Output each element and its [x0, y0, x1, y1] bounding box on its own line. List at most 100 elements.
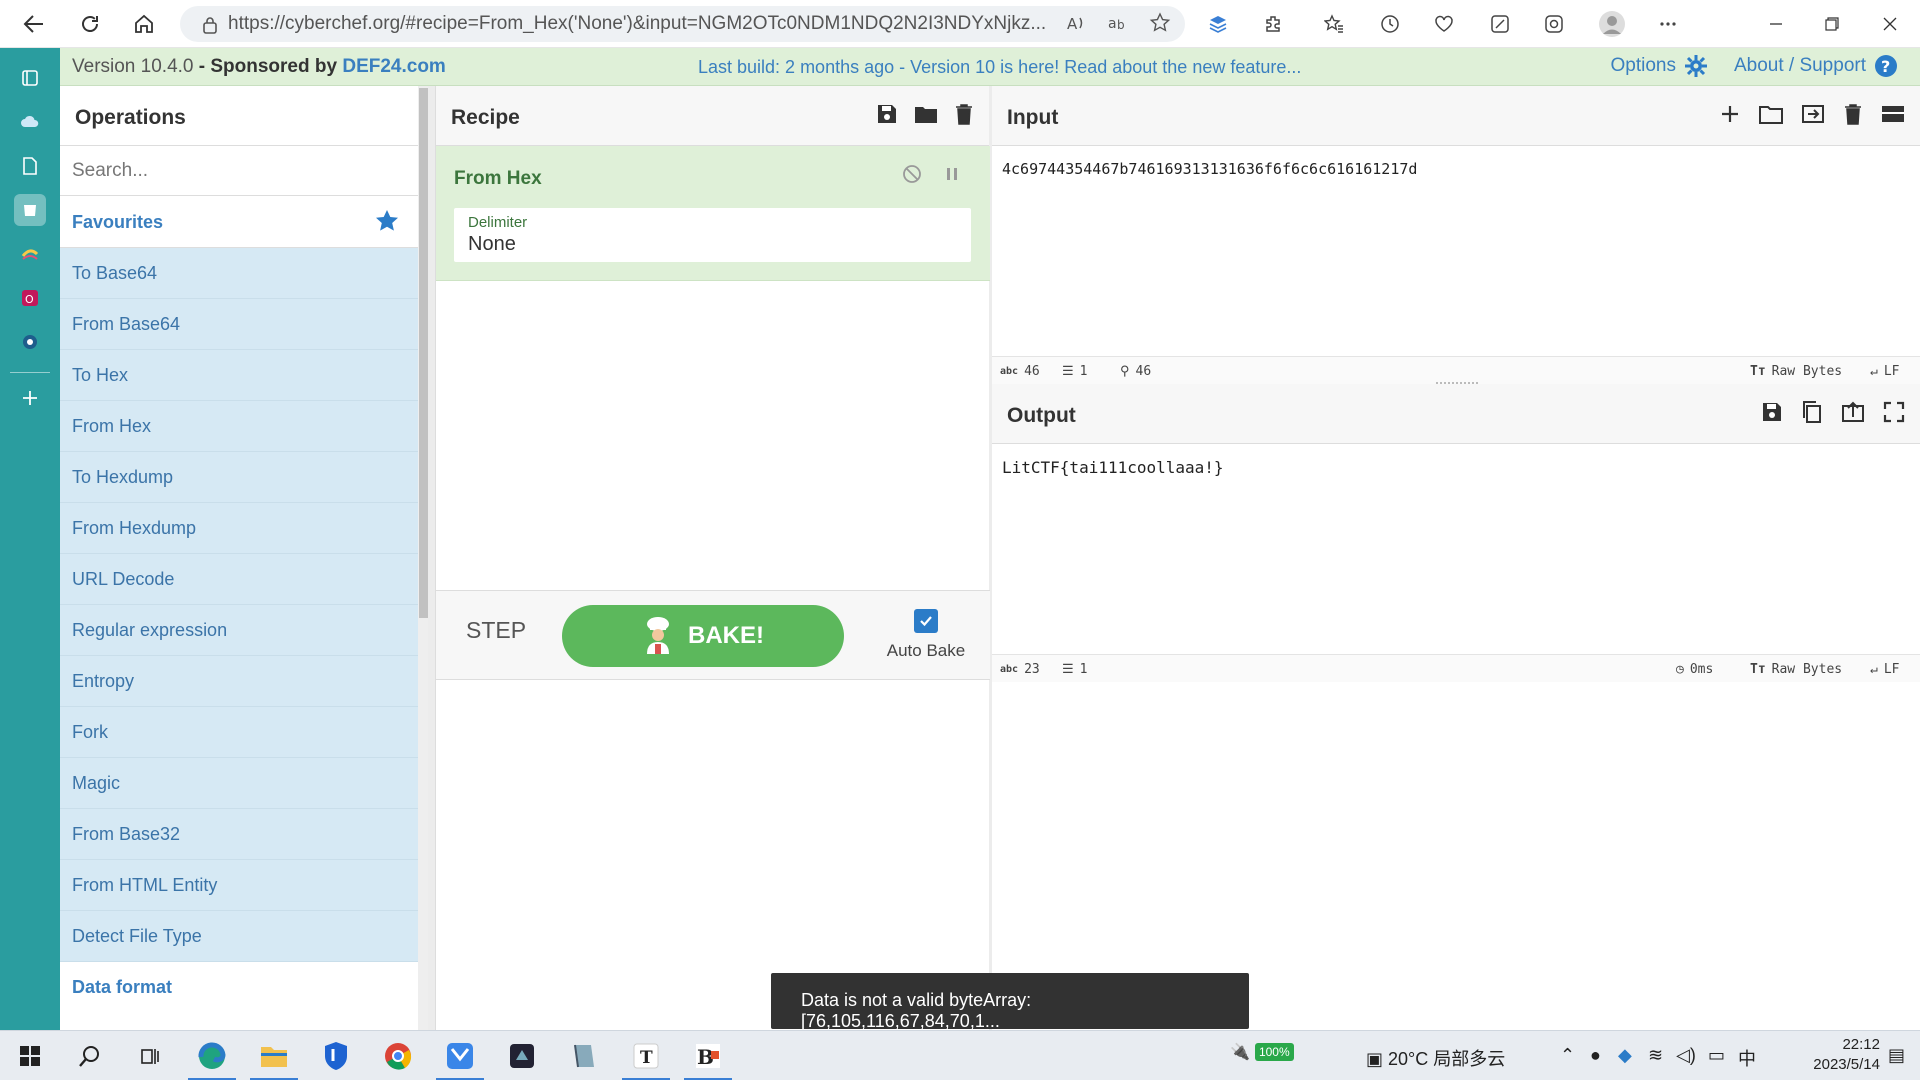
autobake-toggle[interactable]: Auto Bake — [881, 609, 971, 661]
typora-icon[interactable]: T — [622, 1039, 670, 1080]
shopping-icon[interactable] — [14, 194, 46, 226]
add-tab-icon[interactable] — [1718, 102, 1742, 126]
add-favorite-icon[interactable] — [1149, 12, 1171, 34]
weather-widget[interactable]: ▣ 20°C 局部多云 — [1366, 1045, 1505, 1071]
system-clock[interactable]: 22:12 2023/5/14 — [1813, 1035, 1880, 1075]
operation-item[interactable]: Magic — [60, 758, 418, 809]
bake-button[interactable]: BAKE! — [562, 605, 844, 667]
copy-output-icon[interactable] — [1800, 400, 1824, 424]
operation-item[interactable]: Regular expression — [60, 605, 418, 656]
home-icon[interactable] — [128, 8, 160, 40]
cloud-icon[interactable] — [14, 106, 46, 138]
screenshot-icon[interactable] — [1486, 10, 1514, 38]
gear-icon[interactable] — [1684, 54, 1708, 78]
output-text[interactable]: LitCTF{tai111coollaaa!} — [992, 444, 1920, 491]
about-support-link[interactable]: About / Support — [1734, 55, 1866, 77]
operation-item[interactable]: To Hexdump — [60, 452, 418, 503]
read-aloud-icon[interactable]: A — [1065, 12, 1087, 34]
health-icon[interactable] — [1430, 10, 1458, 38]
show-hidden-icons-icon[interactable]: ⌃ — [1560, 1045, 1575, 1066]
delimiter-value[interactable]: None — [468, 233, 957, 256]
battery-tray-icon[interactable]: ▭ — [1708, 1045, 1725, 1066]
help-icon[interactable]: ? — [1874, 54, 1898, 78]
favorites-icon[interactable] — [1320, 10, 1348, 38]
maximize-icon[interactable] — [1882, 400, 1906, 424]
address-bar[interactable]: https://cyberchef.org/#recipe=From_Hex('… — [180, 6, 1185, 42]
load-recipe-icon[interactable] — [913, 102, 939, 126]
office-icon[interactable]: O — [14, 282, 46, 314]
operation-item[interactable]: To Base64 — [60, 248, 418, 299]
ime-indicator[interactable]: 中 — [1738, 1045, 1756, 1071]
clear-recipe-icon[interactable] — [953, 102, 975, 126]
pause-icon[interactable] — [942, 164, 962, 184]
notification-icon[interactable]: ▤ — [1888, 1045, 1905, 1066]
terminal-cat-icon[interactable] — [504, 1039, 540, 1073]
step-button[interactable]: STEP — [466, 617, 526, 644]
favourites-category[interactable]: Favourites — [60, 196, 418, 248]
star-icon[interactable] — [374, 208, 400, 234]
operation-item[interactable]: To Hex — [60, 350, 418, 401]
delimiter-field[interactable]: Delimiter None — [454, 208, 971, 262]
clear-input-icon[interactable] — [1842, 102, 1864, 126]
disable-icon[interactable] — [902, 164, 922, 184]
extensions-icon[interactable] — [1260, 10, 1288, 38]
shield-app-icon[interactable] — [318, 1039, 354, 1073]
security-tray-icon[interactable]: ◆ — [1618, 1045, 1632, 1066]
layout-icon[interactable] — [1880, 102, 1906, 126]
operation-item[interactable]: Entropy — [60, 656, 418, 707]
minimize-icon[interactable] — [1762, 10, 1790, 38]
open-folder-icon[interactable] — [1758, 102, 1784, 126]
operation-item[interactable]: URL Decode — [60, 554, 418, 605]
extension-layers-icon[interactable] — [1204, 10, 1232, 38]
operation-item[interactable]: Fork — [60, 707, 418, 758]
document-icon[interactable] — [14, 150, 46, 182]
search-icon[interactable] — [72, 1039, 108, 1073]
profile-avatar-icon[interactable] — [1598, 10, 1626, 38]
data-format-category[interactable]: Data format — [60, 962, 418, 1013]
operations-search-input[interactable]: Search... — [60, 146, 418, 196]
restore-icon[interactable] — [1818, 10, 1846, 38]
windows-start-icon[interactable] — [12, 1039, 48, 1073]
games-icon[interactable] — [14, 238, 46, 270]
checkbox-checked-icon[interactable] — [914, 609, 938, 633]
save-recipe-icon[interactable] — [875, 102, 899, 126]
input-textarea[interactable]: 4c69744354467b746169313131636f6f6c6c6161… — [992, 146, 1920, 192]
input-encoding[interactable]: Tт Raw Bytes — [1750, 364, 1842, 379]
task-view-icon[interactable] — [132, 1039, 168, 1073]
open-file-icon[interactable] — [1800, 102, 1826, 126]
output-encoding[interactable]: Tт Raw Bytes — [1750, 662, 1842, 677]
translate-icon[interactable]: ab — [1107, 12, 1129, 34]
operation-item[interactable]: From Hex — [60, 401, 418, 452]
operation-item[interactable]: Detect File Type — [60, 911, 418, 962]
operation-item[interactable]: From HTML Entity — [60, 860, 418, 911]
collections-icon[interactable] — [1540, 10, 1568, 38]
save-output-icon[interactable] — [1760, 400, 1784, 424]
wifi-icon[interactable]: ≋ — [1648, 1045, 1663, 1066]
chrome-icon[interactable] — [380, 1039, 416, 1073]
replace-input-icon[interactable] — [1840, 400, 1866, 424]
notebook-icon[interactable] — [566, 1039, 602, 1073]
options-link[interactable]: Options — [1610, 55, 1675, 77]
refresh-icon[interactable] — [74, 8, 106, 40]
operation-item[interactable]: From Hexdump — [60, 503, 418, 554]
back-icon[interactable] — [18, 8, 50, 40]
qq-icon[interactable]: ● — [1590, 1045, 1601, 1066]
app-icon[interactable] — [436, 1039, 484, 1080]
output-eol[interactable]: ↵ LF — [1870, 662, 1899, 677]
outlook-icon[interactable] — [14, 326, 46, 358]
recipe-operation-card[interactable]: From Hex Delimiter None — [436, 146, 990, 281]
input-eol[interactable]: ↵ LF — [1870, 364, 1899, 379]
close-window-icon[interactable] — [1876, 10, 1904, 38]
volume-icon[interactable]: ◁) — [1676, 1045, 1696, 1066]
add-icon[interactable] — [14, 382, 46, 414]
sponsor-link[interactable]: DEF24.com — [342, 56, 445, 77]
operation-item[interactable]: From Base64 — [60, 299, 418, 350]
edge-browser-icon[interactable] — [188, 1039, 236, 1080]
lock-icon[interactable] — [202, 16, 218, 34]
tab-actions-icon[interactable] — [14, 62, 46, 94]
operation-item[interactable]: From Base32 — [60, 809, 418, 860]
file-explorer-icon[interactable] — [250, 1039, 298, 1080]
history-icon[interactable] — [1376, 10, 1404, 38]
build-notice-link[interactable]: Last build: 2 months ago - Version 10 is… — [698, 57, 1301, 78]
battery-indicator[interactable]: 🔌 100% — [1230, 1041, 1294, 1062]
